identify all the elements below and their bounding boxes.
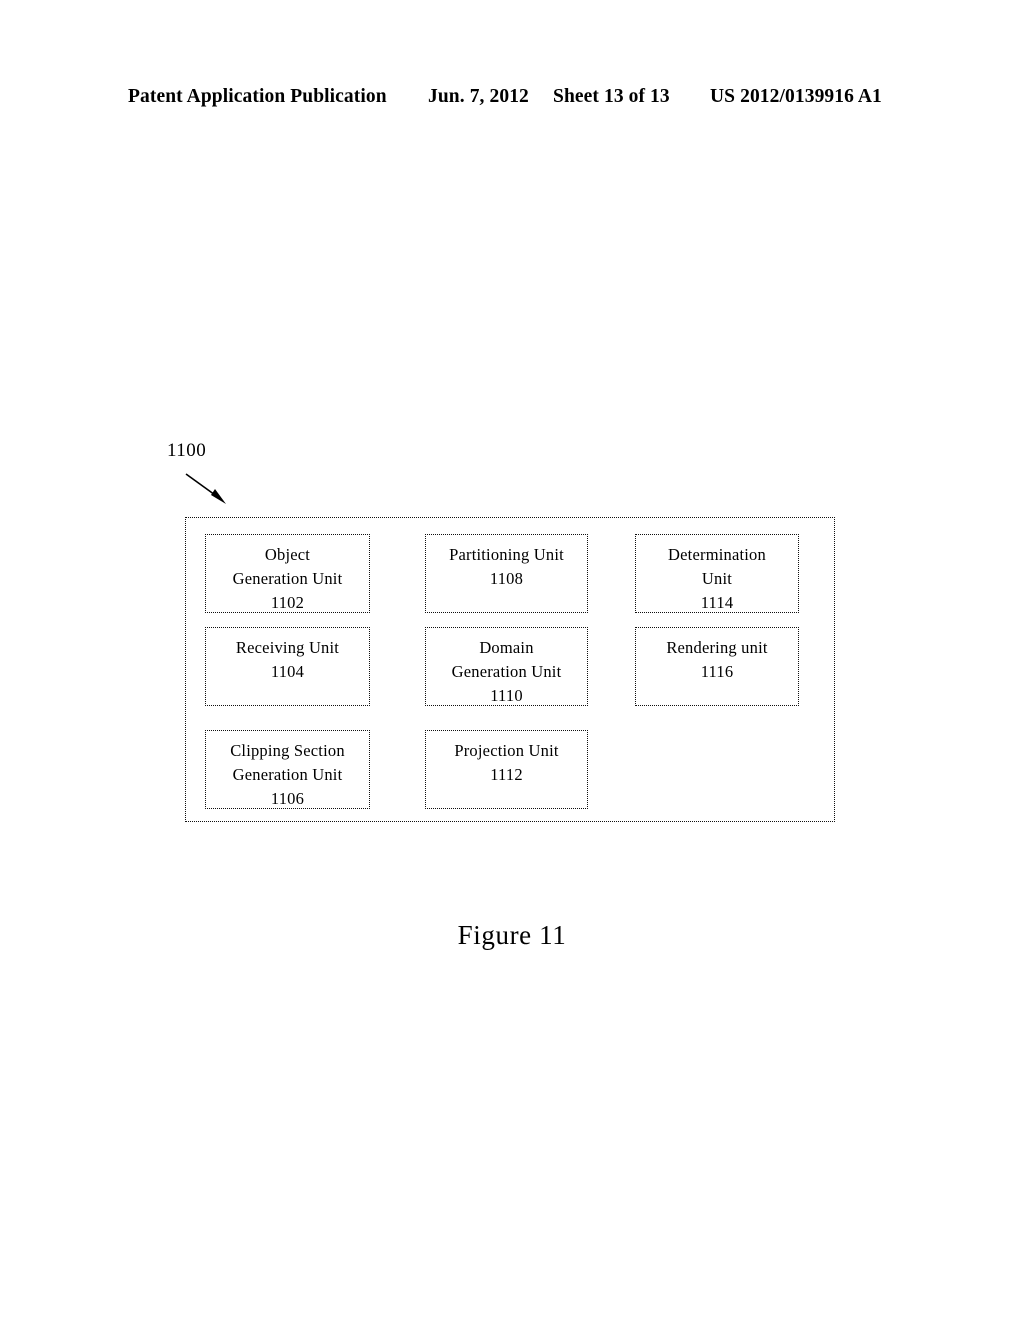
unit-reference-numeral: 1106 <box>270 789 305 808</box>
figure-area: 1100 Object Generation Unit 1102 Receivi… <box>0 0 1024 1320</box>
figure-caption: Figure 11 <box>457 920 567 950</box>
unit-label-line: Unit <box>701 569 733 588</box>
unit-label-line: Projection Unit <box>454 741 559 760</box>
unit-label-line: Partitioning Unit <box>449 545 564 564</box>
unit-label-line: Clipping Section <box>230 741 345 760</box>
lead-line-arrow-icon <box>185 473 226 504</box>
unit-label-line: Generation Unit <box>232 765 343 784</box>
unit-box-receiving-unit[interactable]: Receiving Unit 1104 <box>205 627 370 706</box>
unit-reference-numeral: 1108 <box>489 569 524 588</box>
unit-reference-numeral: 1114 <box>700 593 734 612</box>
unit-reference-numeral: 1110 <box>490 686 523 705</box>
unit-label-line: Domain <box>479 638 534 657</box>
unit-box-domain-generation-unit[interactable]: Domain Generation Unit 1110 <box>425 627 588 706</box>
unit-label-line: Determination <box>668 545 766 564</box>
unit-box-clipping-section-generation-unit[interactable]: Clipping Section Generation Unit 1106 <box>205 730 370 809</box>
unit-box-partitioning-unit[interactable]: Partitioning Unit 1108 <box>425 534 588 613</box>
unit-label-line: Rendering unit <box>666 638 768 657</box>
unit-label-line: Generation Unit <box>232 569 343 588</box>
unit-box-rendering-unit[interactable]: Rendering unit 1116 <box>635 627 799 706</box>
system-container-1100: Object Generation Unit 1102 Receiving Un… <box>185 517 835 822</box>
unit-reference-numeral: 1102 <box>270 593 305 612</box>
unit-reference-numeral: 1112 <box>490 765 523 784</box>
reference-numeral-1100: 1100 <box>167 440 207 461</box>
unit-box-determination-unit[interactable]: Determination Unit 1114 <box>635 534 799 613</box>
unit-label-line: Generation Unit <box>451 662 562 681</box>
unit-label-line: Receiving Unit <box>235 638 340 657</box>
unit-box-projection-unit[interactable]: Projection Unit 1112 <box>425 730 588 809</box>
unit-box-object-generation-unit[interactable]: Object Generation Unit 1102 <box>205 534 370 613</box>
unit-label-line: Object <box>264 545 311 564</box>
unit-reference-numeral: 1104 <box>270 662 305 681</box>
unit-reference-numeral: 1116 <box>700 662 734 681</box>
